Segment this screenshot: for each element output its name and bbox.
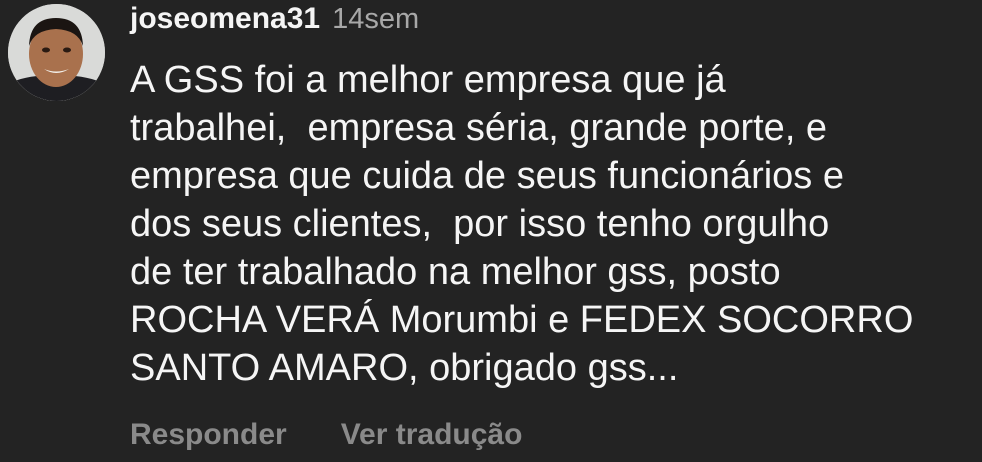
see-translation-button[interactable]: Ver tradução <box>341 418 523 452</box>
comment-text: A GSS foi a melhor empresa que já trabal… <box>130 56 980 392</box>
avatar-photo-icon <box>8 4 105 101</box>
comment-text-line: ROCHA VERÁ Morumbi e FEDEX SOCORRO <box>130 299 914 341</box>
comment-timestamp: 14sem <box>332 3 420 35</box>
reply-button[interactable]: Responder <box>130 418 287 452</box>
comment-text-line: trabalhei, empresa séria, grande porte, … <box>130 107 828 149</box>
comment-text-line: empresa que cuida de seus funcionários e <box>130 155 845 197</box>
user-avatar[interactable] <box>8 4 105 101</box>
comment-text-line: SANTO AMARO, obrigado gss... <box>130 347 679 389</box>
comment-item: joseomena31 14sem A GSS foi a melhor emp… <box>0 0 982 462</box>
comment-header: joseomena31 14sem <box>130 2 419 42</box>
comment-text-line: A GSS foi a melhor empresa que já <box>130 59 726 101</box>
comment-actions: Responder Ver tradução <box>130 418 522 452</box>
username-link[interactable]: joseomena31 <box>130 2 320 36</box>
comment-text-line: dos seus clientes, por isso tenho orgulh… <box>130 203 830 245</box>
comment-text-line: de ter trabalhado na melhor gss, posto <box>130 251 781 293</box>
